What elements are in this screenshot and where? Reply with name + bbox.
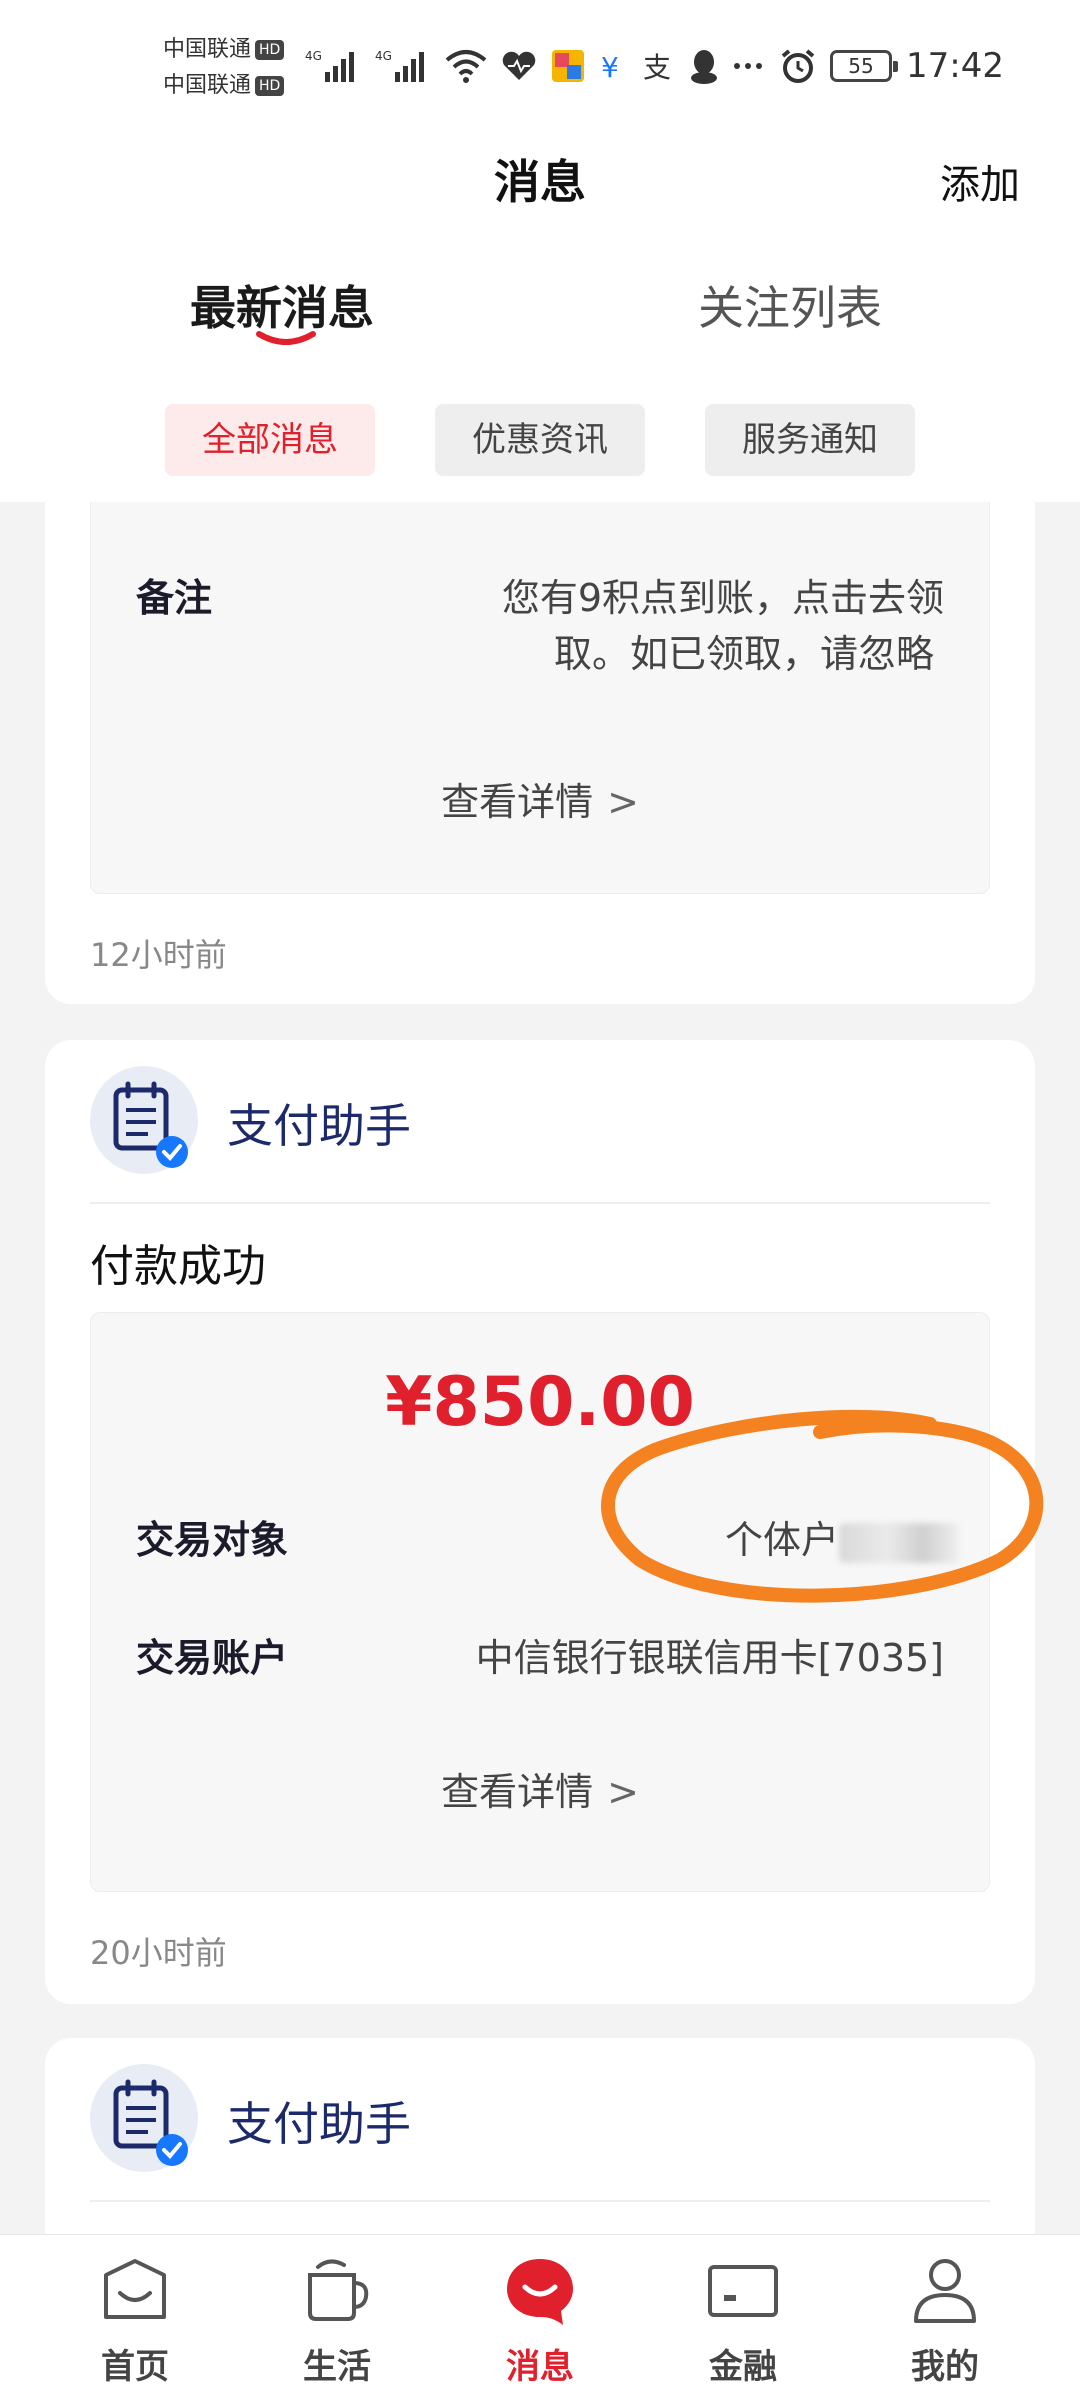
nav-label: 金融 xyxy=(709,2347,777,2387)
sender-name: 支付助手 xyxy=(227,1099,411,1153)
message-time: 20小时前 xyxy=(90,1934,227,1972)
filter-all-messages[interactable]: 全部消息 xyxy=(165,404,375,476)
battery-icon: 55 xyxy=(830,50,899,82)
redacted-text xyxy=(839,1522,959,1563)
home-icon xyxy=(104,2259,166,2319)
message-title: 付款成功 xyxy=(90,1241,266,1292)
clipboard-icon xyxy=(113,2079,188,2166)
detail-box: 备注 您有9积点到账，点击去领 取。如已领取，请忽略 查看详情 > xyxy=(90,470,990,894)
svg-text:4G: 4G xyxy=(305,49,322,63)
message-time: 12小时前 xyxy=(90,936,227,974)
carrier-1: 中国联通 HD xyxy=(163,36,285,64)
profile-icon xyxy=(914,2259,976,2323)
tab-latest-messages[interactable]: 最新消息 xyxy=(190,272,374,338)
clipboard-icon xyxy=(113,1081,188,1168)
note-label: 备注 xyxy=(136,576,213,620)
add-button[interactable]: 添加 xyxy=(940,152,1020,210)
view-details-label: 查看详情 xyxy=(441,780,594,824)
divider xyxy=(90,2200,990,2202)
filter-promotions[interactable]: 优惠资讯 xyxy=(435,404,645,476)
view-details-button[interactable]: 查看详情 > xyxy=(91,1761,989,1816)
nav-mine[interactable]: 我的 xyxy=(870,2235,1020,2400)
svg-text:4G: 4G xyxy=(375,49,392,63)
view-details-label: 查看详情 xyxy=(441,1770,594,1814)
account-label: 交易账户 xyxy=(136,1636,289,1680)
cup-icon xyxy=(308,2259,369,2321)
message-card-points: 备注 您有9积点到账，点击去领 取。如已领取，请忽略 查看详情 > 12小时前 xyxy=(45,470,1035,1004)
qq-icon xyxy=(691,50,717,84)
app-icon xyxy=(552,50,584,82)
sender-avatar xyxy=(90,2064,198,2172)
wifi-icon xyxy=(445,50,487,83)
detail-box: ¥850.00 交易对象 个体户 交易账户 中信银行银联信用卡[7035] 查看… xyxy=(90,1312,990,1892)
nav-life[interactable]: 生活 xyxy=(262,2235,412,2400)
note-value-line2: 取。如已领取，请忽略 xyxy=(553,632,934,676)
tab-following-list[interactable]: 关注列表 xyxy=(698,272,882,338)
app-icon: ¥ xyxy=(601,51,619,83)
nav-label: 我的 xyxy=(911,2347,979,2387)
divider xyxy=(90,1202,990,1204)
signal-icon: 4G xyxy=(305,49,354,82)
tab-active-indicator xyxy=(256,331,316,345)
status-right: 55 17:42 xyxy=(780,44,1004,88)
carrier-2: 中国联通 HD xyxy=(163,72,285,100)
message-card-payment[interactable]: 支付助手 付款成功 ¥850.00 交易对象 个体户 交易账户 中信银行银联信用… xyxy=(45,1040,1035,2004)
chevron-right-icon: > xyxy=(607,1770,639,1814)
account-value: 中信银行银联信用卡[7035] xyxy=(475,1636,944,1680)
view-details-button[interactable]: 查看详情 > xyxy=(91,771,989,826)
nav-home[interactable]: 首页 xyxy=(60,2235,210,2400)
chevron-right-icon: > xyxy=(607,780,639,824)
alarm-icon xyxy=(781,49,815,83)
payment-amount: ¥850.00 xyxy=(385,1363,695,1442)
header-area: 中国联通 HD 中国联通 HD 4G 4G ¥ 支 55 17:42 消息 添加… xyxy=(0,0,1080,502)
nav-messages[interactable]: 消息 xyxy=(465,2235,615,2400)
clock: 17:42 xyxy=(906,46,1004,86)
counterparty-value: 个体户 xyxy=(725,1509,959,1564)
status-icons: 4G 4G ¥ 支 xyxy=(305,44,763,88)
health-icon xyxy=(502,51,536,80)
alipay-icon: 支 xyxy=(643,51,671,83)
svg-text:¥: ¥ xyxy=(601,51,619,83)
svg-text:支: 支 xyxy=(643,51,671,83)
card-icon xyxy=(708,2265,778,2317)
counterparty-label: 交易对象 xyxy=(136,1518,289,1562)
nav-finance[interactable]: 金融 xyxy=(668,2235,818,2400)
nav-label: 首页 xyxy=(101,2347,169,2387)
signal-icon: 4G xyxy=(375,49,424,82)
note-value-line1: 您有9积点到账，点击去领 xyxy=(501,576,944,620)
filter-service-notices[interactable]: 服务通知 xyxy=(705,404,915,476)
page-title: 消息 xyxy=(494,155,586,209)
sender-name: 支付助手 xyxy=(227,2097,411,2151)
status-bar: 中国联通 HD 中国联通 HD 4G 4G ¥ 支 55 17:42 xyxy=(0,0,1080,130)
sender-avatar xyxy=(90,1066,198,1174)
nav-label: 生活 xyxy=(303,2347,371,2387)
bottom-nav: 首页 生活 消息 金融 我的 xyxy=(0,2234,1080,2400)
nav-label: 消息 xyxy=(506,2347,574,2387)
more-icon xyxy=(734,63,762,69)
message-icon xyxy=(507,2259,573,2325)
